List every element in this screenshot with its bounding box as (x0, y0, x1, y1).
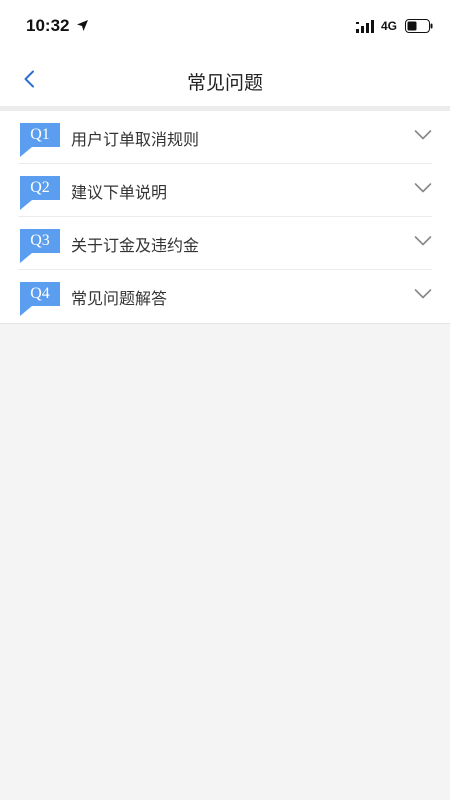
faq-question-label: 关于订金及违约金 (71, 236, 200, 255)
question-badge: Q4 (20, 282, 60, 316)
question-badge: Q1 (20, 123, 60, 157)
chevron-down-icon (414, 289, 432, 299)
faq-item-q3[interactable]: Q3 关于订金及违约金 (18, 217, 432, 270)
question-number: Q3 (30, 232, 50, 249)
question-number: Q1 (30, 126, 50, 143)
battery-icon (405, 19, 433, 33)
chevron-down-icon (414, 130, 432, 140)
faq-question-label: 建议下单说明 (71, 183, 168, 202)
chevron-down-icon (414, 183, 432, 193)
status-bar: 10:32 4G (0, 0, 450, 52)
faq-question-label: 常见问题解答 (71, 289, 168, 308)
network-type-label: 4G (381, 19, 398, 33)
question-number: Q4 (30, 285, 50, 302)
faq-item-q2[interactable]: Q2 建议下单说明 (18, 164, 432, 217)
question-number: Q2 (30, 179, 50, 196)
question-badge: Q3 (20, 229, 60, 263)
signal-bars-icon (356, 20, 374, 33)
faq-screen: 10:32 4G 常见问题 Q1 用户订单取消规则 Q2 建议下单说明 Q3 关… (0, 0, 450, 800)
faq-question-label: 用户订单取消规则 (71, 130, 200, 149)
faq-item-q1[interactable]: Q1 用户订单取消规则 (18, 111, 432, 164)
nav-bar: 常见问题 (0, 52, 450, 106)
question-badge: Q2 (20, 176, 60, 210)
page-title: 常见问题 (186, 72, 263, 94)
location-arrow-icon (77, 20, 88, 31)
faq-item-q4[interactable]: Q4 常见问题解答 (18, 270, 432, 323)
chevron-down-icon (414, 236, 432, 246)
status-time: 10:32 (26, 16, 70, 35)
faq-list: Q1 用户订单取消规则 Q2 建议下单说明 Q3 关于订金及违约金 Q4 常见问… (0, 111, 450, 324)
